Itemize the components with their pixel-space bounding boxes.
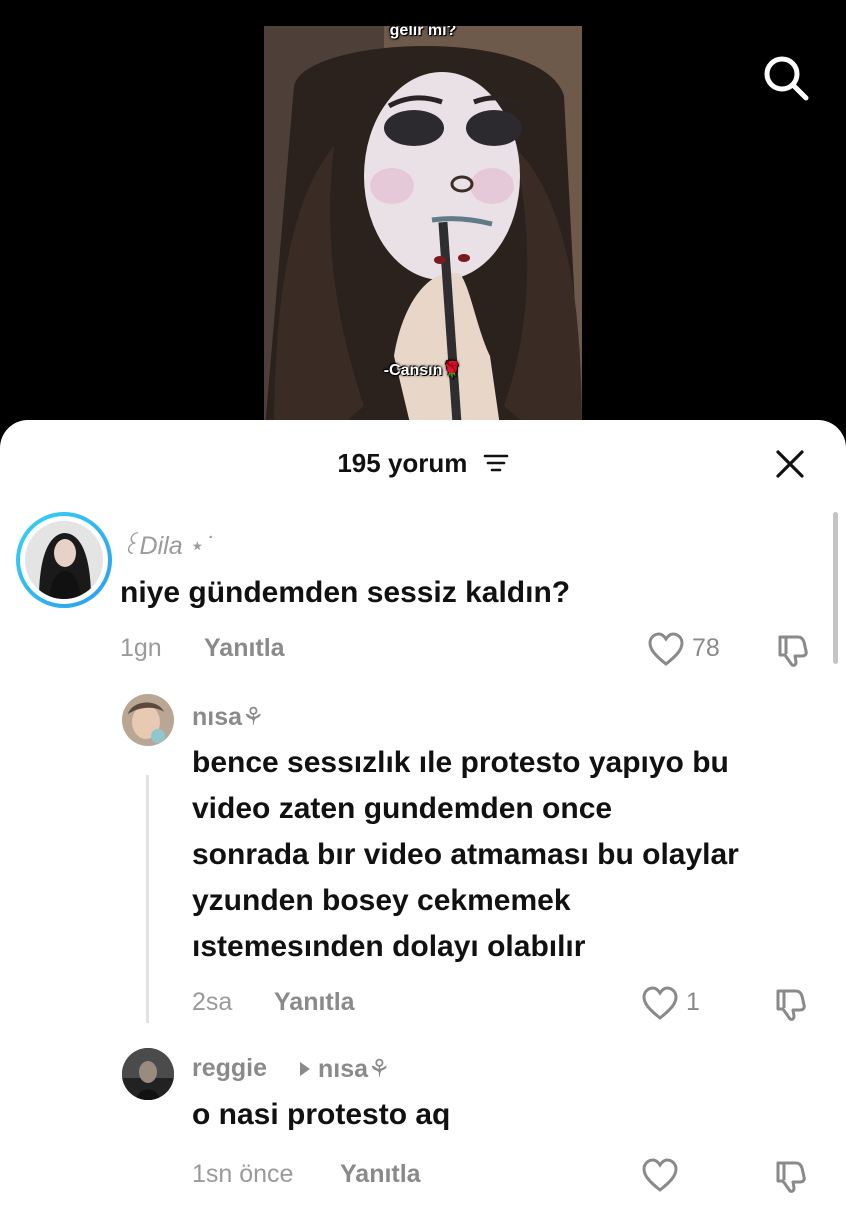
- reply-button[interactable]: Yanıtla: [340, 1160, 421, 1189]
- avatar-story-ring[interactable]: [16, 512, 112, 608]
- video-caption-bottom: -Cansın🌹: [383, 362, 463, 379]
- heart-icon: [648, 632, 684, 666]
- sort-icon[interactable]: [483, 450, 509, 481]
- reply-to-author[interactable]: nısa⚘: [318, 1054, 390, 1084]
- reply-arrow-icon: [298, 1061, 312, 1082]
- search-icon: [764, 56, 809, 101]
- comments-header: 195 yorum: [0, 448, 846, 481]
- comment-text-line: video zaten gundemden once: [192, 792, 613, 825]
- like-count: 1: [686, 988, 700, 1016]
- heart-icon: [642, 1158, 678, 1192]
- like-button[interactable]: [640, 984, 680, 1024]
- dislike-button[interactable]: [772, 1157, 810, 1195]
- close-icon: [776, 450, 804, 478]
- thumbs-down-icon: [778, 635, 808, 667]
- close-button[interactable]: [774, 448, 806, 480]
- comment-author[interactable]: ꒰Dila ⋆˙: [120, 528, 214, 561]
- avatar[interactable]: [122, 694, 174, 746]
- comment-text-line: ıstemesınden dolayı olabılır: [192, 930, 586, 963]
- reply-button[interactable]: Yanıtla: [204, 634, 285, 663]
- comment-text: o nasi protesto aq: [192, 1098, 451, 1131]
- thumbs-down-icon: [776, 1161, 806, 1193]
- search-button[interactable]: [760, 52, 812, 104]
- comment-author[interactable]: nısa⚘: [192, 702, 264, 732]
- comment-text-line: yzunden bosey cekmemek: [192, 884, 571, 917]
- comments-count-title: 195 yorum: [337, 448, 468, 478]
- avatar[interactable]: [122, 1048, 174, 1100]
- video-area[interactable]: gelir mi? -Cansın🌹: [0, 0, 846, 440]
- dislike-button[interactable]: [772, 985, 810, 1023]
- thumbs-down-icon: [776, 989, 806, 1021]
- comment-text: niye gündemden sessiz kaldın?: [120, 576, 571, 609]
- like-button[interactable]: [640, 1156, 680, 1196]
- comment-timestamp: 1sn önce: [192, 1160, 294, 1188]
- thread-line: [146, 775, 149, 1023]
- like-count: 78: [692, 634, 720, 662]
- comment-timestamp: 1gn: [120, 634, 162, 662]
- comment-text-line: sonrada bır video atmaması bu olaylar: [192, 838, 739, 871]
- comment-author[interactable]: reggie: [192, 1054, 267, 1083]
- comment-text: bence sessızlık ıle protesto yapıyo bu v…: [192, 740, 739, 970]
- like-button[interactable]: [646, 630, 686, 670]
- heart-icon: [642, 986, 678, 1020]
- video-caption-top: gelir mi?: [389, 26, 457, 39]
- avatar: [25, 521, 103, 599]
- dislike-button[interactable]: [774, 631, 812, 669]
- reply-button[interactable]: Yanıtla: [274, 988, 355, 1017]
- comment-text-line: bence sessızlık ıle protesto yapıyo bu: [192, 746, 729, 779]
- video-frame[interactable]: gelir mi? -Cansın🌹: [264, 26, 582, 440]
- scrollbar[interactable]: [833, 512, 838, 664]
- comment-timestamp: 2sa: [192, 988, 233, 1016]
- comments-sheet: 195 yorum ꒰Dila ⋆˙ niye gündemden sessiz…: [0, 420, 846, 1220]
